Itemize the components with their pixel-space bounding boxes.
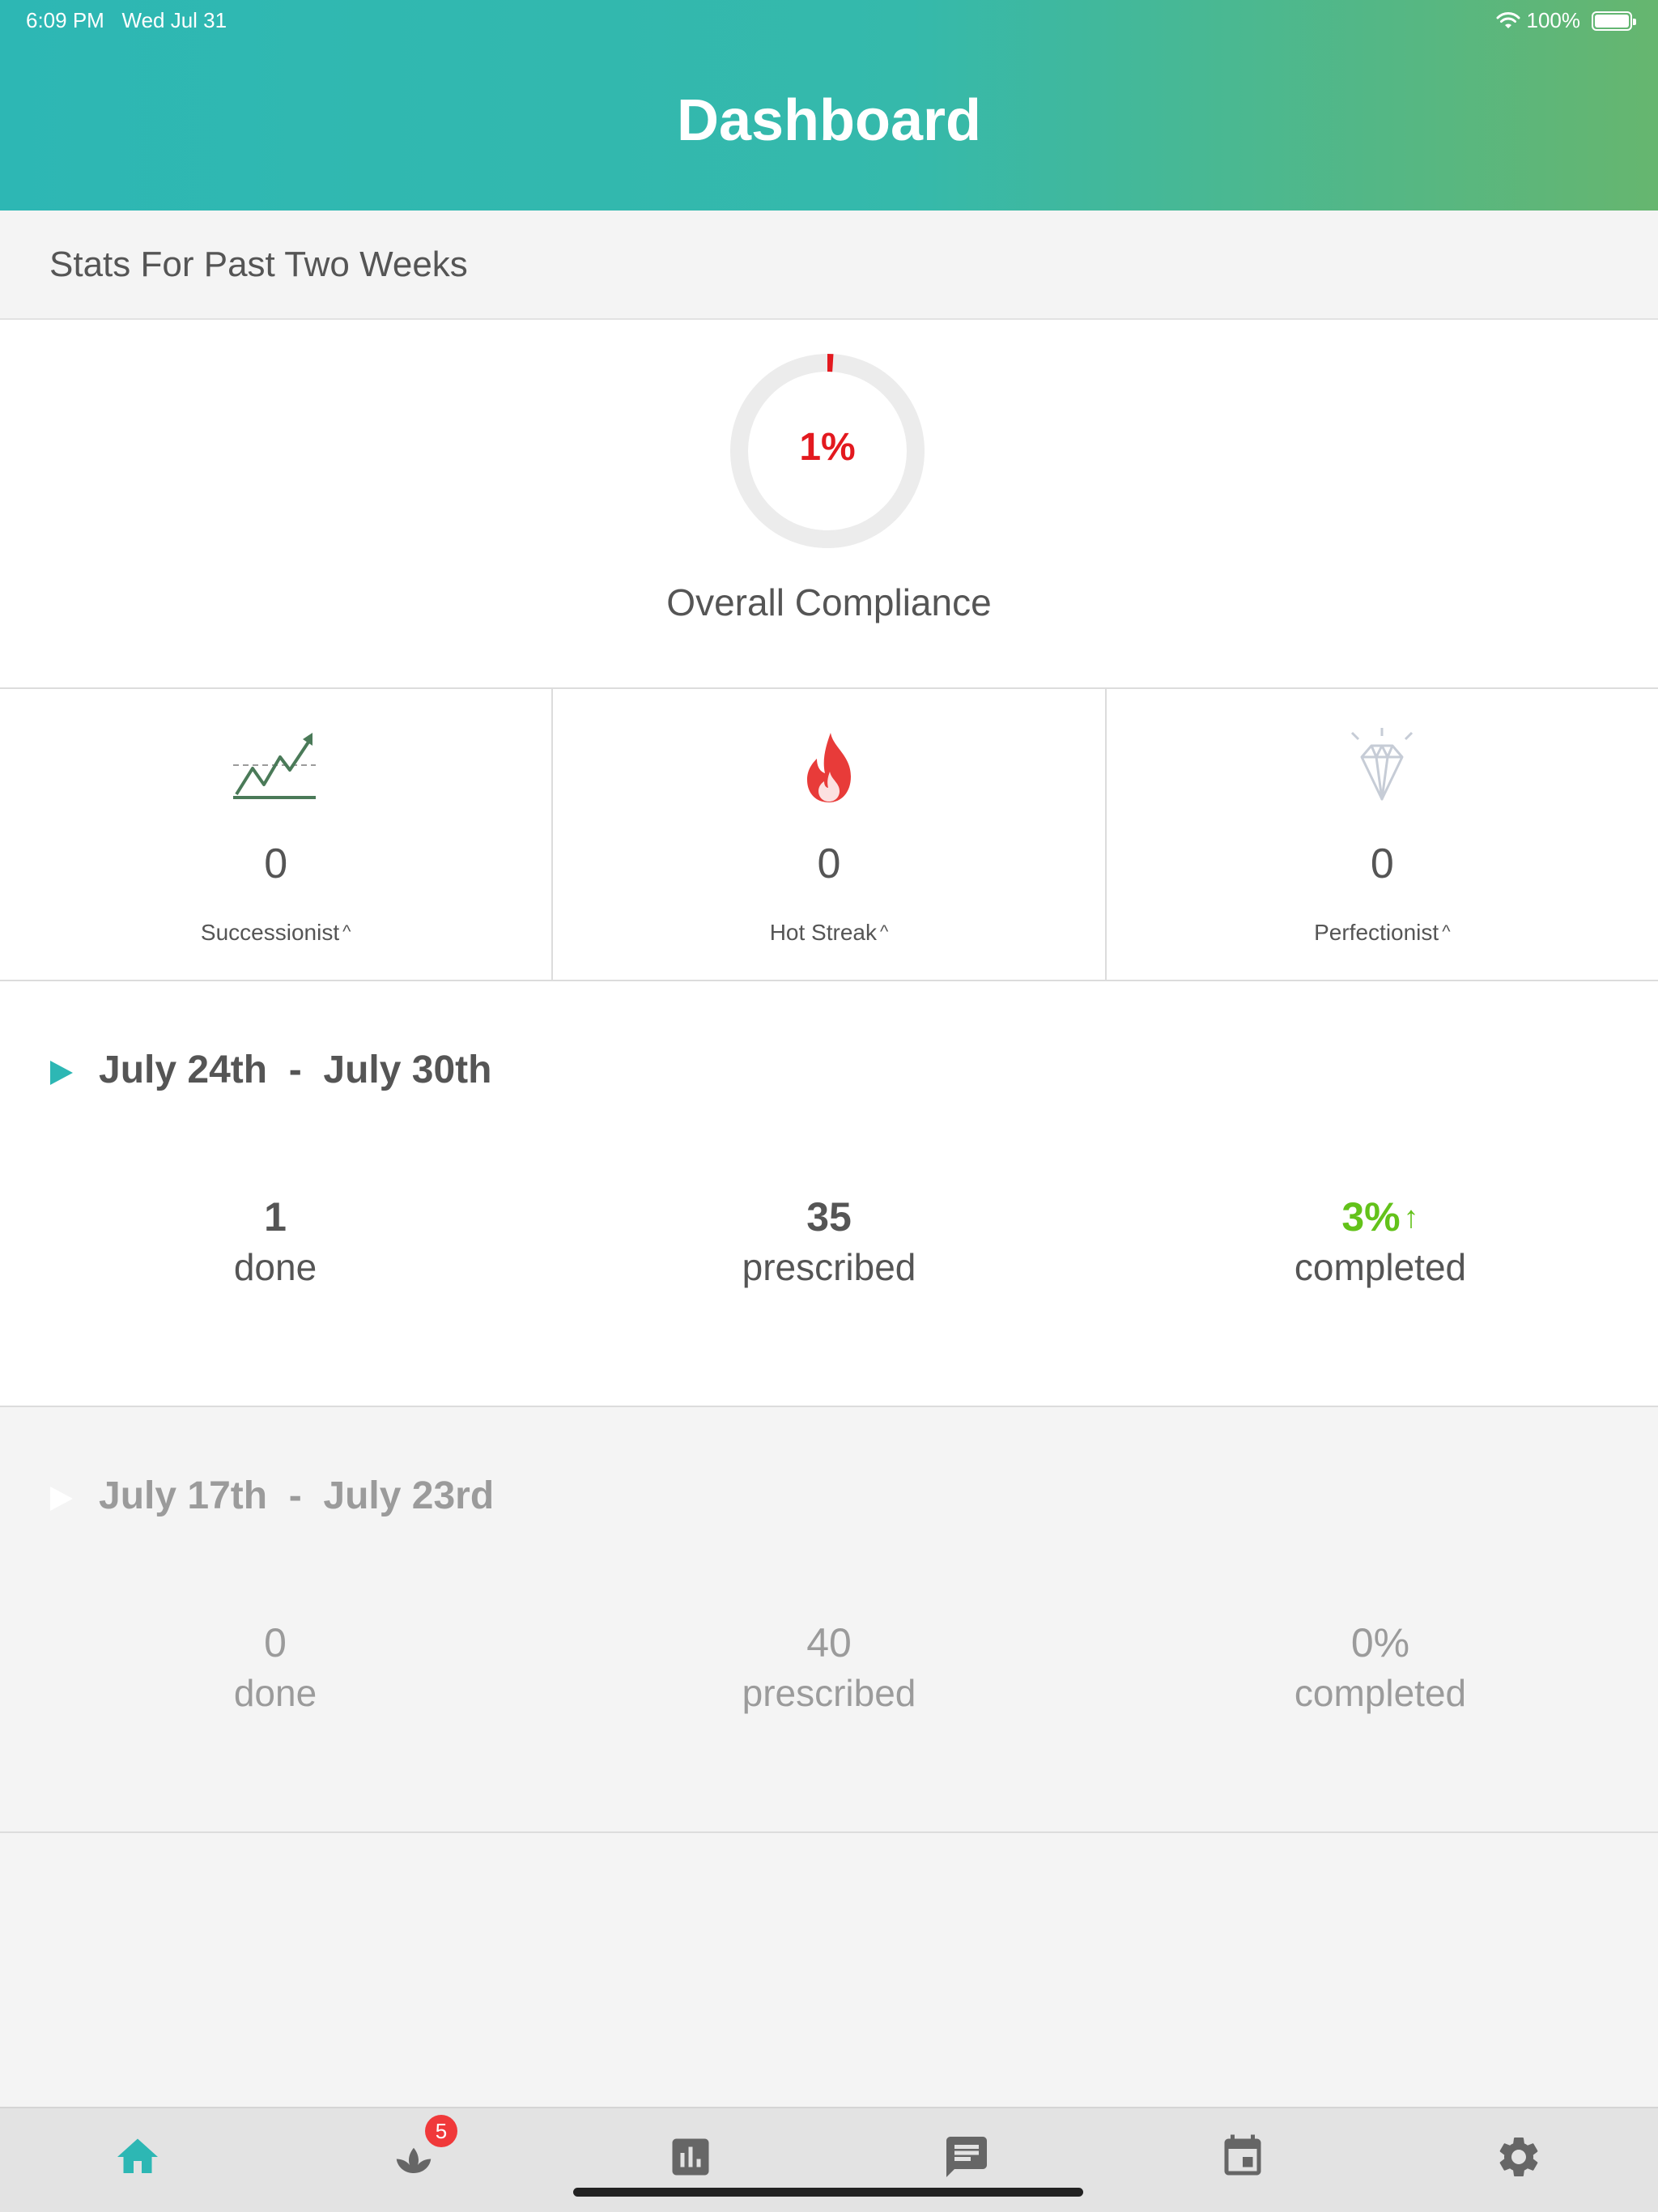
wifi-icon [1496,11,1520,28]
badge-label-text: Successionist [200,920,340,945]
week-range: July 24th - July 30th [99,1049,492,1091]
tab-calendar[interactable] [1218,2133,1267,2181]
chevron-up-icon: ^ [342,921,351,942]
status-bar-time: 6:09 PM Wed Jul 31 [26,8,227,33]
section-title: Stats For Past Two Weeks [49,245,468,284]
status-date: Wed Jul 31 [121,8,227,32]
badge-successionist[interactable]: 0 Successionist ^ [0,689,554,980]
prescribed-count: 40 [806,1620,852,1665]
battery-icon [1592,11,1636,31]
app-header: 6:09 PM Wed Jul 31 100% Dashboard [0,0,1658,211]
home-indicator [573,2188,1083,2197]
chevron-up-icon: ^ [1442,921,1451,942]
status-bar-right: 100% [1496,8,1636,33]
tab-settings[interactable] [1494,2133,1543,2181]
week-summary-previous[interactable]: July 17th - July 23rd 0 done 40 prescrib… [0,1407,1658,1833]
arrow-up-icon: ↑ [1403,1201,1419,1235]
badge-count: 0 [264,840,288,887]
done-count: 1 [264,1194,287,1240]
done-label: done [233,1672,317,1714]
badge-count: 0 [1370,840,1394,887]
badge-label: Hot Streak ^ [553,920,1104,946]
gear-icon [1499,2138,1538,2176]
prescribed-label: prescribed [742,1672,916,1714]
completed-label: completed [1294,1672,1467,1714]
tab-home[interactable] [113,2133,162,2181]
stat-completed: 3% ↑ completed [1137,1193,1623,1289]
tab-stats[interactable] [666,2133,715,2181]
compliance-title: Overall Compliance [666,581,992,623]
flame-icon [806,733,851,802]
play-icon [50,1487,73,1511]
message-icon [946,2137,987,2177]
chevron-up-icon: ^ [879,921,889,942]
badge-label-text: Hot Streak [769,920,877,945]
tab-exercises[interactable]: 5 [389,2115,457,2181]
completed-percent: 0% [1350,1620,1410,1665]
calendar-icon [1224,2134,1261,2176]
badge-label: Perfectionist ^ [1107,920,1658,946]
notification-badge: 5 [425,2115,457,2147]
status-time: 6:09 PM [26,8,104,32]
prescribed-label: prescribed [742,1246,916,1288]
badge-count: 0 [817,840,841,887]
badge-label: Successionist ^ [0,920,551,946]
play-icon [50,1061,73,1085]
stat-prescribed: 35 prescribed [586,1193,1072,1289]
done-label: done [233,1246,317,1288]
tab-messages[interactable] [942,2133,991,2181]
week-range: July 17th - July 23rd [99,1474,495,1517]
bar-chart-icon [672,2138,709,2176]
completed-label: completed [1294,1246,1467,1288]
trend-chart-icon [232,733,316,799]
diamond-icon [1351,728,1414,801]
page-title: Dashboard [676,88,982,153]
completed-percent: 3% ↑ [1137,1193,1623,1240]
badge-perfectionist[interactable]: 0 Perfectionist ^ [1107,689,1658,980]
badge-hot-streak[interactable]: 0 Hot Streak ^ [553,689,1107,980]
home-icon [117,2138,158,2173]
stat-done: 0 done [32,1619,518,1715]
stat-done: 1 done [32,1193,518,1289]
stat-completed: 0% completed [1137,1619,1623,1715]
compliance-percent: 1% [799,426,856,469]
completed-value: 3% [1341,1194,1401,1240]
badges-row: 0 Successionist ^ 0 Hot Streak ^ 0 Perfect… [0,689,1658,981]
section-header: Stats For Past Two Weeks [0,211,1658,320]
stat-prescribed: 40 prescribed [586,1619,1072,1715]
compliance-panel: 1% Overall Compliance [0,320,1658,689]
battery-percent: 100% [1526,8,1581,32]
week-summary-current[interactable]: July 24th - July 30th 1 done 35 prescrib… [0,981,1658,1407]
badge-label-text: Perfectionist [1314,920,1439,945]
prescribed-count: 35 [806,1194,852,1240]
done-count: 0 [264,1620,287,1665]
